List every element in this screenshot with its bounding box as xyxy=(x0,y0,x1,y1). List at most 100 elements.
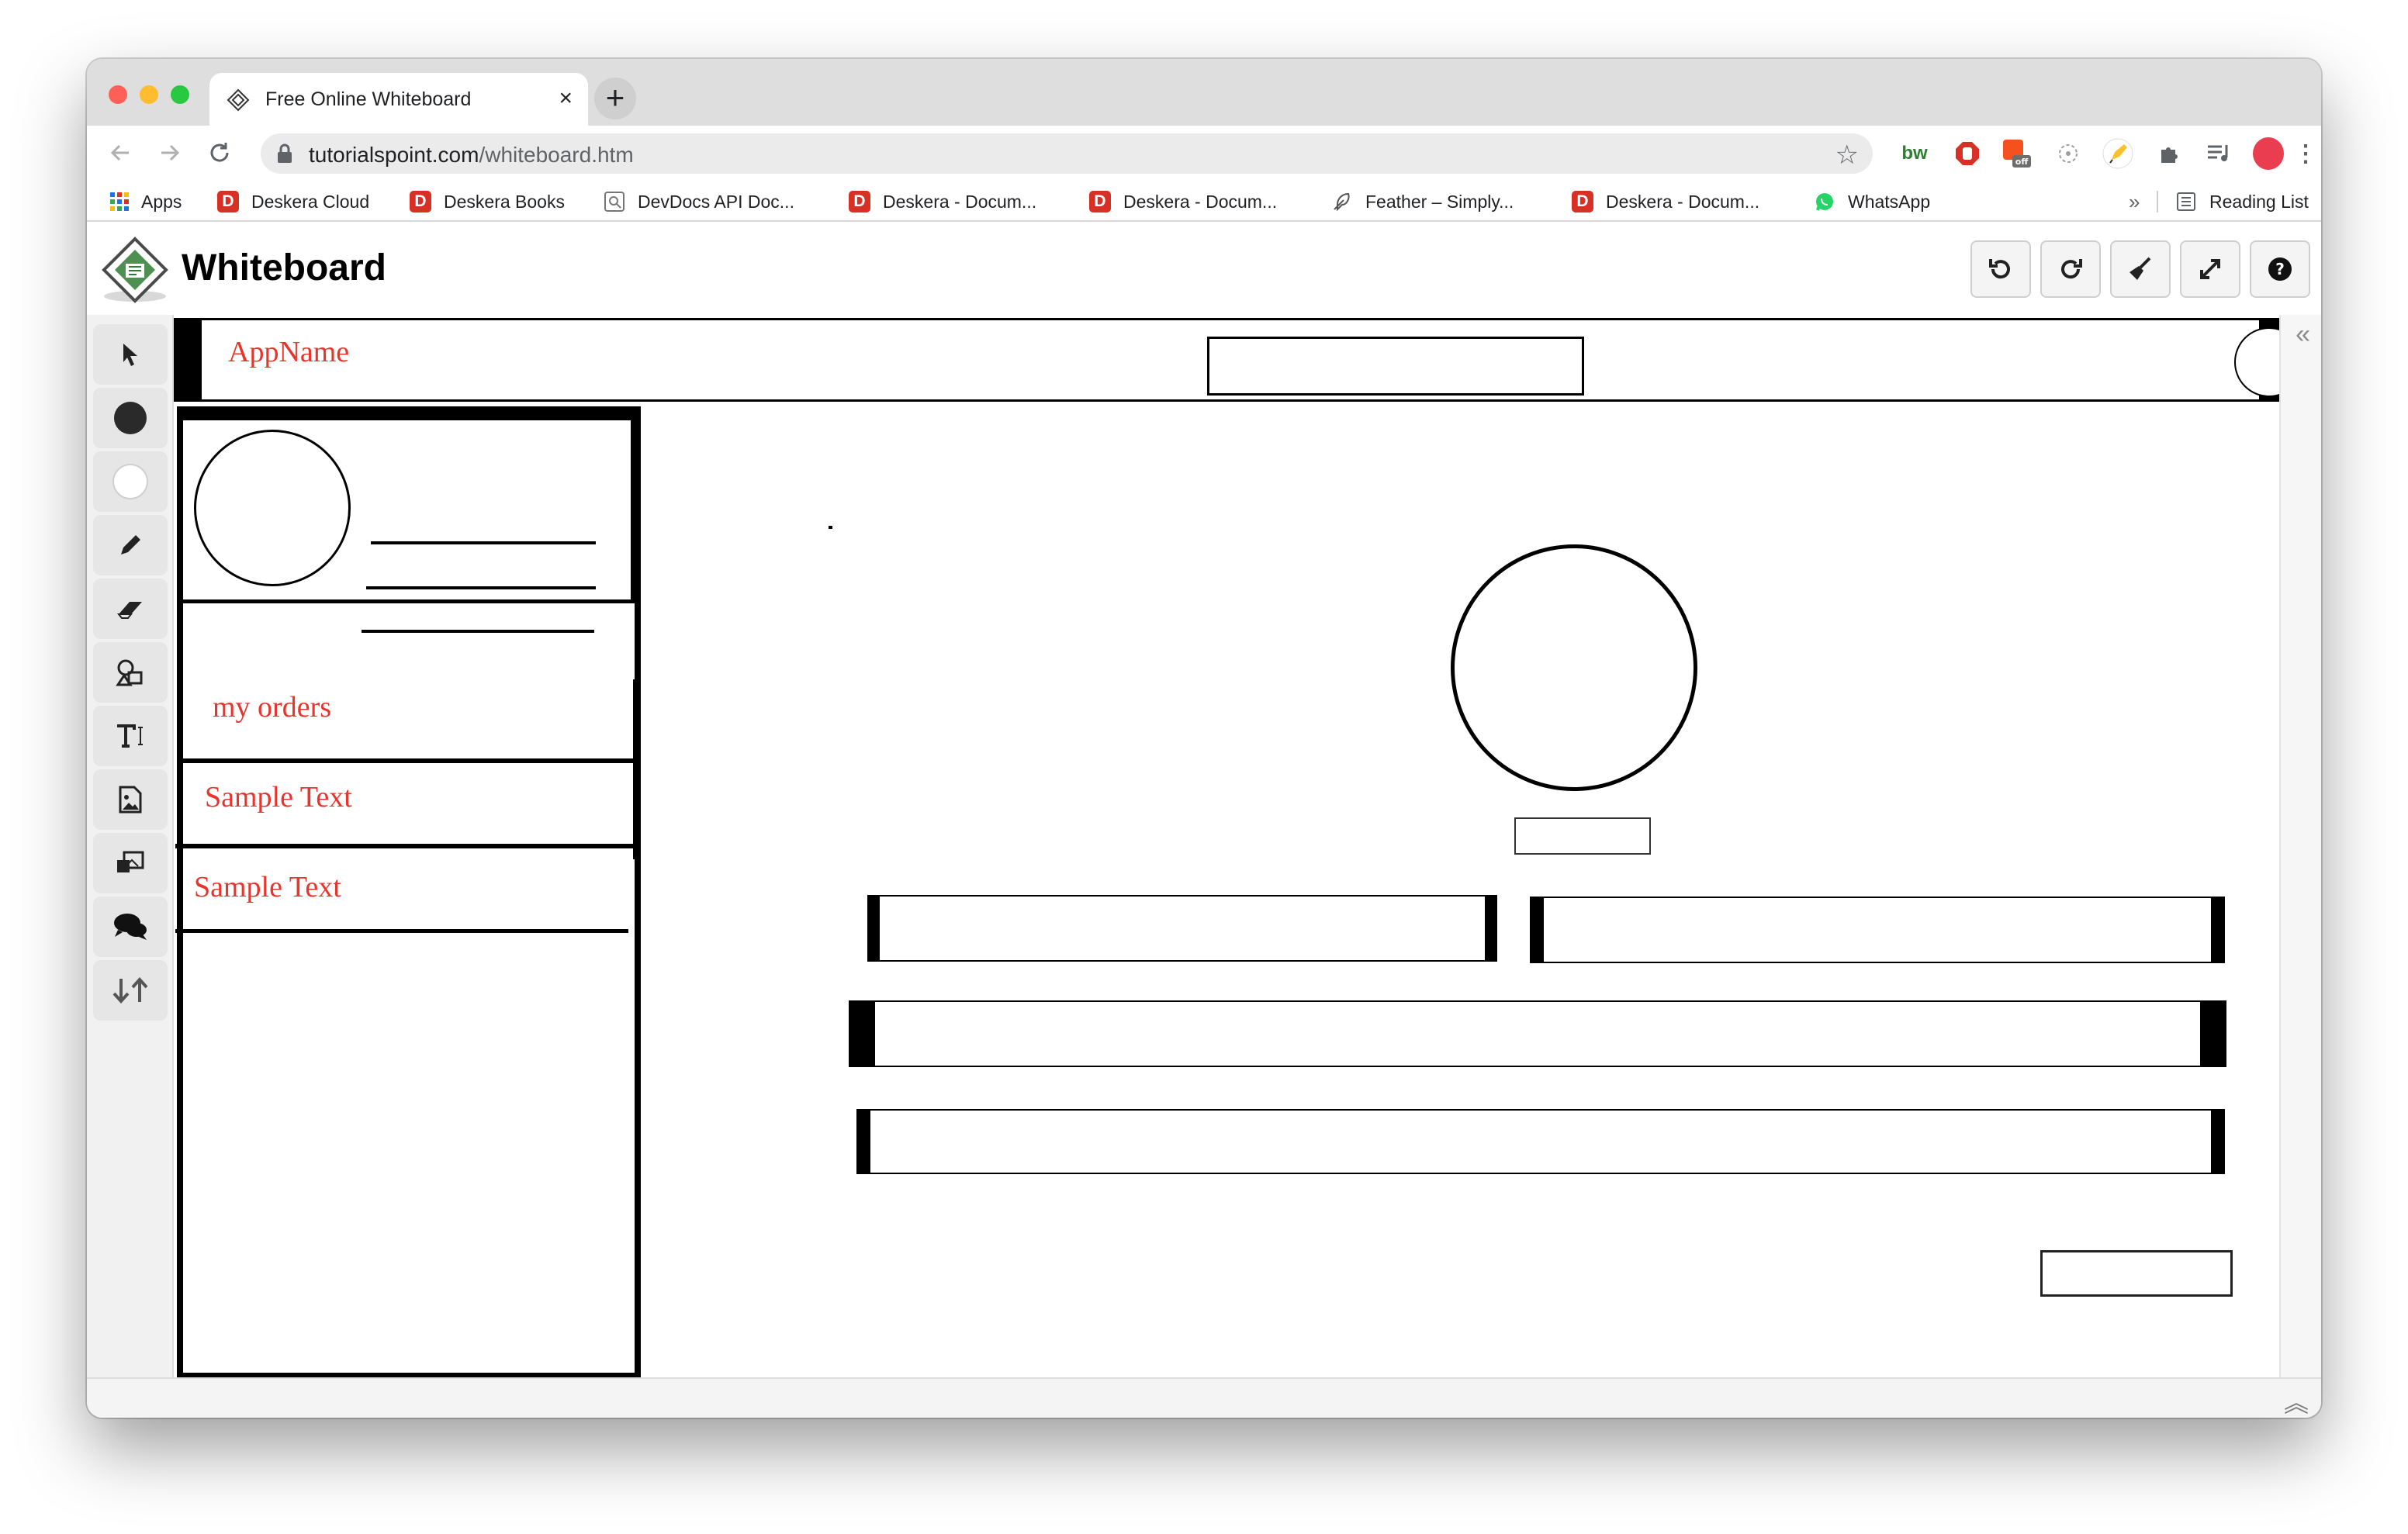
back-button[interactable] xyxy=(102,135,138,171)
reading-list-button[interactable]: Reading List xyxy=(2154,189,2309,214)
select-tool[interactable] xyxy=(93,324,168,385)
address-bar[interactable]: tutorialspoint.com/whiteboard.htm ☆ xyxy=(261,133,1873,174)
bookmark-label: WhatsApp xyxy=(1848,191,1931,212)
wireframe-menu-divider xyxy=(175,844,641,848)
wireframe-input-field-wide xyxy=(849,1000,2226,1067)
bookmark-label: Deskera Cloud xyxy=(251,191,370,212)
image-file-icon xyxy=(119,786,142,814)
wireframe-profile-avatar-circle xyxy=(194,430,351,586)
wireframe-header-left-cap xyxy=(174,318,202,402)
bookmark-feather[interactable]: Feather – Simply... xyxy=(1331,189,1514,214)
filled-circle-icon xyxy=(114,402,147,434)
help-icon: ? xyxy=(2268,257,2292,281)
browser-menu-icon[interactable]: ⋮ xyxy=(2290,138,2321,169)
arrow-right-icon xyxy=(161,144,180,161)
bookmark-label: Deskera - Docum... xyxy=(1606,191,1760,212)
text-tool[interactable] xyxy=(93,706,168,766)
sort-layers-tool[interactable] xyxy=(93,960,168,1021)
minimize-window-button[interactable] xyxy=(140,85,158,104)
help-button[interactable]: ? xyxy=(2250,240,2310,298)
pencil-icon xyxy=(121,535,140,555)
redo-button[interactable] xyxy=(2040,240,2101,298)
bookmark-label: Deskera - Docum... xyxy=(1123,191,1278,212)
deskera-icon: D xyxy=(1089,191,1111,212)
eraser-icon xyxy=(116,602,142,619)
bookmark-label: Apps xyxy=(141,191,182,212)
eraser-tool[interactable] xyxy=(93,579,168,639)
bookmark-deskera-docum-1[interactable]: D Deskera - Docum... xyxy=(849,189,1036,214)
bookmark-devdocs[interactable]: DevDocs API Doc... xyxy=(604,189,794,214)
media-queue-icon[interactable] xyxy=(2203,138,2234,169)
bookmark-star-icon[interactable]: ☆ xyxy=(1835,140,1859,171)
bookmark-deskera-docum-2[interactable]: D Deskera - Docum... xyxy=(1089,189,1277,214)
feather-icon xyxy=(1334,192,1350,212)
extension-highlighter-icon[interactable] xyxy=(2102,138,2133,169)
broom-icon xyxy=(2129,257,2151,280)
apps-grid-icon xyxy=(110,192,129,211)
browser-tab[interactable]: Free Online Whiteboard × xyxy=(209,73,588,126)
reading-list-label: Reading List xyxy=(2209,191,2309,212)
shapes-tool[interactable] xyxy=(93,642,168,703)
fill-color-tool[interactable] xyxy=(93,451,168,512)
svg-text:off: off xyxy=(2015,157,2029,167)
bookmark-deskera-cloud[interactable]: D Deskera Cloud xyxy=(217,189,369,214)
reload-icon xyxy=(210,143,229,162)
clear-board-button[interactable] xyxy=(2110,240,2171,298)
bookmark-whatsapp[interactable]: WhatsApp xyxy=(1814,189,1930,214)
reload-button[interactable] xyxy=(202,135,237,171)
wireframe-menu-right-border xyxy=(633,679,637,859)
redo-icon xyxy=(2061,259,2082,279)
extension-timer-icon[interactable] xyxy=(2053,138,2084,169)
wireframe-stray-dot xyxy=(829,526,832,529)
forward-button[interactable] xyxy=(152,135,188,171)
bookmark-deskera-docum-3[interactable]: D Deskera - Docum... xyxy=(1572,189,1759,214)
profile-avatar[interactable] xyxy=(2253,137,2284,170)
deskera-icon: D xyxy=(849,191,870,212)
wireframe-search-box xyxy=(1207,337,1584,396)
collapse-panel-icon[interactable]: « xyxy=(2296,320,2310,350)
bookmarks-overflow-icon[interactable]: » xyxy=(2129,189,2140,214)
bookmark-deskera-books[interactable]: D Deskera Books xyxy=(410,189,565,214)
extension-off-icon[interactable]: off xyxy=(2001,138,2033,169)
pencil-tool[interactable] xyxy=(93,515,168,575)
wireframe-menu-divider xyxy=(183,758,636,763)
whiteboard-canvas[interactable]: AppName my orders Sample Text Sample Tex… xyxy=(174,315,2321,1377)
expand-bottom-panel-icon[interactable]: ︽ xyxy=(2284,1384,2309,1418)
app-header: Whiteboard ? xyxy=(87,223,2321,315)
tool-palette xyxy=(87,315,174,1377)
tab-close-icon[interactable]: × xyxy=(559,85,573,112)
text-cursor-icon xyxy=(117,724,143,748)
expand-icon xyxy=(2200,259,2220,279)
arrows-up-down-icon xyxy=(112,977,148,1004)
extension-adblock-icon[interactable] xyxy=(1952,138,1983,169)
cursor-arrow-icon xyxy=(123,344,137,366)
close-window-button[interactable] xyxy=(109,85,127,104)
wireframe-input-field-left xyxy=(867,895,1497,962)
image-tool[interactable] xyxy=(93,769,168,830)
wireframe-menu-sample-text-2: Sample Text xyxy=(194,871,341,903)
new-tab-button[interactable]: + xyxy=(594,78,636,119)
wireframe-main-name-box xyxy=(1514,817,1651,855)
fullscreen-button[interactable] xyxy=(2180,240,2240,298)
stroke-color-tool[interactable] xyxy=(93,388,168,448)
wireframe-menu-my-orders: my orders xyxy=(213,691,332,724)
bookmark-label: DevDocs API Doc... xyxy=(638,191,794,212)
undo-button[interactable] xyxy=(1970,240,2031,298)
lock-icon xyxy=(278,143,292,163)
extension-bw-icon[interactable]: bw xyxy=(1899,138,1930,169)
browser-toolbar: tutorialspoint.com/whiteboard.htm ☆ bw o… xyxy=(87,126,2321,181)
chat-tool[interactable] xyxy=(93,897,168,957)
zoom-window-button[interactable] xyxy=(171,85,189,104)
chat-bubbles-icon xyxy=(114,914,147,940)
extensions-puzzle-icon[interactable] xyxy=(2154,138,2185,169)
whatsapp-icon xyxy=(1816,193,1833,211)
tutorialspoint-favicon-icon xyxy=(227,88,250,112)
picture-icon xyxy=(117,851,144,872)
browser-window: Free Online Whiteboard × + tutorialspoin… xyxy=(87,59,2321,1418)
background-image-tool[interactable] xyxy=(93,833,168,893)
wireframe-menu-sample-text-1: Sample Text xyxy=(205,781,352,814)
bookmark-apps[interactable]: Apps xyxy=(109,189,182,214)
undo-icon xyxy=(1989,259,2010,279)
wireframe-profile-line xyxy=(362,630,594,633)
deskera-icon: D xyxy=(410,191,431,212)
